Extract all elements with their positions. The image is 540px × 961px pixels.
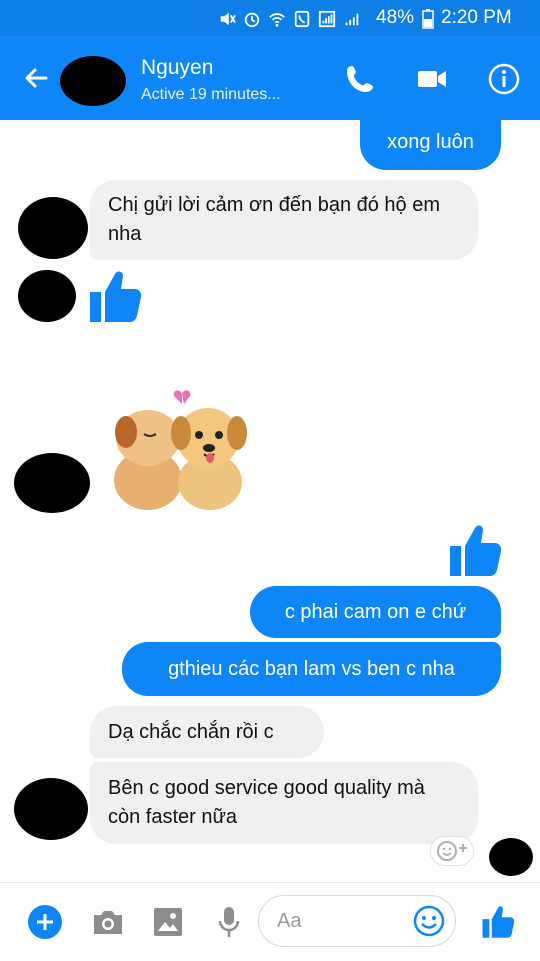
status-bar: 48% 2:20 PM xyxy=(0,0,540,36)
add-reaction-icon xyxy=(437,841,467,861)
thumbs-up-like-icon[interactable] xyxy=(448,520,502,578)
add-reaction-button[interactable] xyxy=(430,836,474,866)
signal-icon xyxy=(345,13,359,26)
sender-avatar xyxy=(18,197,88,259)
send-like-icon[interactable] xyxy=(481,903,515,939)
message-input-placeholder: Aa xyxy=(277,910,302,932)
info-icon[interactable] xyxy=(487,62,521,96)
message-input[interactable]: Aa xyxy=(258,895,456,947)
thumbs-up-like-icon[interactable] xyxy=(88,266,142,324)
phone-call-icon[interactable] xyxy=(343,62,377,96)
message-bubble-incoming[interactable]: Chị gửi lời cảm ơn đến bạn đó hộ em nha xyxy=(90,180,478,260)
sender-avatar xyxy=(14,453,90,513)
sim-signal-icon xyxy=(318,10,336,28)
microphone-icon[interactable] xyxy=(216,905,242,939)
clock: 2:20 PM xyxy=(441,7,512,28)
status-icons xyxy=(218,8,361,30)
message-composer: Aa xyxy=(0,882,540,961)
message-bubble-outgoing[interactable]: xong luôn xyxy=(360,114,501,170)
message-bubble-incoming[interactable]: Dạ chắc chắn rồi c xyxy=(90,706,324,758)
plus-icon[interactable] xyxy=(27,904,63,940)
call-status-icon xyxy=(294,10,310,28)
message-bubble-outgoing[interactable]: c phai cam on e chứ xyxy=(250,586,501,638)
conversation-header: Nguyen Active 19 minutes... xyxy=(0,36,540,120)
camera-icon[interactable] xyxy=(91,907,125,937)
message-bubble-outgoing[interactable]: gthieu các bạn lam vs ben c nha xyxy=(122,642,501,696)
two-puppies-sticker[interactable] xyxy=(104,388,254,512)
battery-percent: 48% xyxy=(376,7,415,28)
sender-avatar xyxy=(18,270,76,322)
back-arrow-icon[interactable] xyxy=(20,62,52,94)
contact-name[interactable]: Nguyen xyxy=(141,56,213,80)
video-call-icon[interactable] xyxy=(415,62,449,96)
emoji-icon[interactable] xyxy=(413,905,445,937)
message-list[interactable]: xong luôn Chị gửi lời cảm ơn đến bạn đó … xyxy=(0,114,540,882)
alarm-icon xyxy=(244,12,260,28)
battery-icon xyxy=(422,9,434,29)
contact-active-status: Active 19 minutes... xyxy=(141,86,281,103)
message-bubble-incoming[interactable]: Bên c good service good quality mà còn f… xyxy=(90,762,478,844)
wifi-icon xyxy=(269,13,285,27)
contact-avatar[interactable] xyxy=(60,56,126,106)
sender-avatar xyxy=(14,778,88,840)
gallery-icon[interactable] xyxy=(153,907,183,937)
seen-indicator-avatar xyxy=(489,838,533,876)
mute-icon xyxy=(220,12,236,26)
